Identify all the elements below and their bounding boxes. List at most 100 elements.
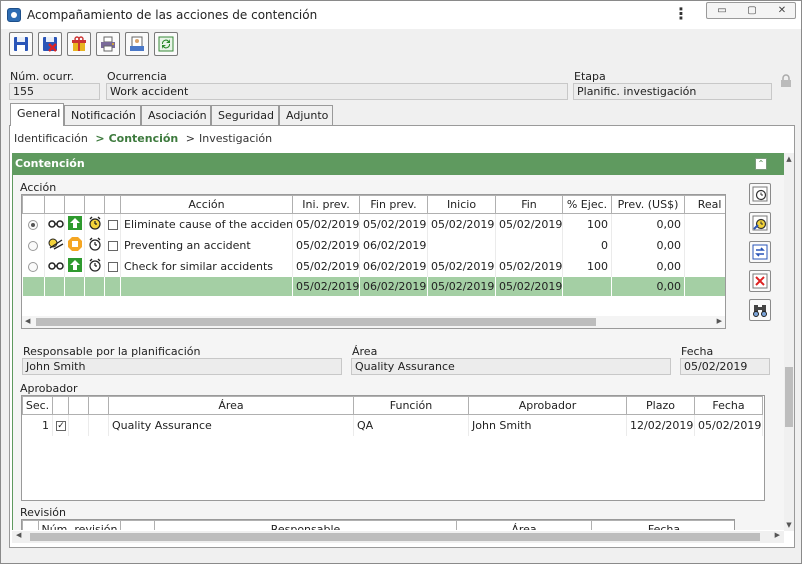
tab-seguridad[interactable]: Seguridad <box>211 105 279 125</box>
save-close-button[interactable] <box>38 32 62 56</box>
col-num-revision[interactable]: Núm. revisión <box>38 520 121 530</box>
num-ocurr-field: 155 <box>9 83 100 100</box>
col-accion[interactable]: Acción <box>120 195 293 214</box>
tab-adjunto[interactable]: Adjunto <box>279 105 333 125</box>
window-controls: ▭ ▢ ✕ <box>706 2 796 19</box>
row-checkbox[interactable] <box>108 261 118 272</box>
col-fecha[interactable]: Fecha <box>694 396 763 415</box>
table-row[interactable]: Eliminate cause of the accident 05/02/20… <box>22 213 725 235</box>
col-responsable[interactable]: Responsable <box>154 520 457 530</box>
edit-action-button[interactable] <box>749 212 771 234</box>
breadcrumb-contencion[interactable]: Contención <box>109 132 179 145</box>
col-fin[interactable]: Fin <box>495 195 563 214</box>
close-button[interactable]: ✕ <box>767 3 797 18</box>
add-action-button[interactable] <box>749 183 771 205</box>
report-button[interactable] <box>125 32 149 56</box>
delete-action-button[interactable] <box>749 270 771 292</box>
print-button[interactable] <box>96 32 120 56</box>
aprobador-header-row: Sec. Área Función Aprobador Plazo Fecha <box>22 396 763 415</box>
fecha-field: 05/02/2019 <box>680 358 770 375</box>
prev-cell: 0,00 <box>611 234 685 256</box>
aprobador-cell: John Smith <box>468 414 627 436</box>
breadcrumb-investigacion[interactable]: Investigación <box>199 132 272 145</box>
col-area[interactable]: Área <box>456 520 592 530</box>
save-button[interactable] <box>9 32 33 56</box>
row-radio[interactable] <box>28 240 39 251</box>
scroll-up-icon[interactable]: ▲ <box>784 155 794 163</box>
sum-fin: 05/02/2019 <box>495 276 563 296</box>
prev-cell: 0,00 <box>611 213 685 235</box>
col-prev[interactable]: Prev. (US$) <box>611 195 685 214</box>
col-icon-2 <box>88 396 109 415</box>
fecha-cell: 05/02/2019 <box>694 414 763 436</box>
refresh-button[interactable] <box>154 32 178 56</box>
tab-asociacion[interactable]: Asociación <box>141 105 211 125</box>
area-field: Quality Assurance <box>351 358 671 375</box>
scroll-down-icon[interactable]: ▼ <box>784 521 794 529</box>
breadcrumb-identificacion[interactable]: Identificación <box>14 132 88 145</box>
col-ini-prev[interactable]: Ini. prev. <box>292 195 360 214</box>
fin-cell: 05/02/2019 <box>495 255 563 277</box>
sec-cell: 1 <box>22 414 53 436</box>
col-fecha[interactable]: Fecha <box>591 520 734 530</box>
col-inicio[interactable]: Inicio <box>427 195 496 214</box>
more-options-icon[interactable]: ⋮ <box>673 5 689 23</box>
gift-button[interactable] <box>67 32 91 56</box>
col-area[interactable]: Área <box>108 396 354 415</box>
save-close-icon <box>43 37 57 52</box>
accion-label: Acción <box>20 181 57 194</box>
summary-row: 05/02/2019 06/02/2019 05/02/2019 05/02/2… <box>22 276 725 296</box>
scroll-left-icon[interactable]: ◀ <box>16 531 21 539</box>
panel-vscroll[interactable]: ▲ ▼ <box>784 153 794 531</box>
table-row[interactable]: Check for similar accidents 05/02/2019 0… <box>22 255 725 277</box>
scroll-thumb[interactable] <box>785 367 793 427</box>
lock-icon[interactable] <box>779 74 793 88</box>
alarm-clock-icon <box>89 237 101 251</box>
clock-add-icon <box>752 186 768 202</box>
panel-hscroll[interactable]: ◀ ▶ <box>12 531 784 543</box>
accion-name: Check for similar accidents <box>120 255 293 277</box>
scroll-thumb[interactable] <box>30 533 760 541</box>
minimize-button[interactable]: ▭ <box>707 3 737 18</box>
approved-checkbox[interactable]: ✓ <box>56 420 66 431</box>
col-icon-2 <box>64 195 85 214</box>
real-cell <box>684 213 725 235</box>
binoculars-icon <box>753 305 767 317</box>
main-window: Acompañamiento de las acciones de conten… <box>0 0 802 564</box>
breadcrumb-separator: > <box>95 132 105 145</box>
col-plazo[interactable]: Plazo <box>626 396 695 415</box>
maximize-button[interactable]: ▢ <box>737 3 767 18</box>
section-header: Contención <box>12 153 784 175</box>
col-real[interactable]: Real ( <box>684 195 725 214</box>
accion-hscroll[interactable]: ◀ ▶ <box>22 316 725 328</box>
search-action-button[interactable] <box>749 299 771 321</box>
scroll-right-icon[interactable]: ▶ <box>717 317 722 325</box>
col-fin-prev[interactable]: Fin prev. <box>359 195 428 214</box>
col-ejec[interactable]: % Ejec. <box>562 195 612 214</box>
scroll-thumb[interactable] <box>36 318 596 326</box>
col-aprobador[interactable]: Aprobador <box>468 396 627 415</box>
aprobador-label: Aprobador <box>20 382 78 395</box>
row-radio[interactable] <box>28 261 39 272</box>
collapse-icon[interactable]: ⌃ <box>755 158 767 170</box>
col-icon-3 <box>84 195 105 214</box>
table-row[interactable]: Preventing an accident 05/02/2019 06/02/… <box>22 234 725 256</box>
col-select <box>22 195 45 214</box>
ejec-cell: 0 <box>562 234 612 256</box>
title-bar: Acompañamiento de las acciones de conten… <box>1 1 801 29</box>
scroll-right-icon[interactable]: ▶ <box>775 531 780 539</box>
ocurrencia-field: Work accident <box>106 83 568 100</box>
scroll-left-icon[interactable]: ◀ <box>25 317 30 325</box>
reassign-action-button[interactable] <box>749 241 771 263</box>
tab-general[interactable]: General <box>10 103 64 126</box>
stop-icon <box>68 236 82 251</box>
table-row[interactable]: 1 ✓ Quality Assurance QA John Smith 12/0… <box>22 414 763 436</box>
tab-notificacion[interactable]: Notificación <box>64 105 141 125</box>
fin-prev-cell: 05/02/2019 <box>359 213 428 235</box>
col-funcion[interactable]: Función <box>353 396 469 415</box>
row-checkbox[interactable] <box>108 219 118 230</box>
col-sec[interactable]: Sec. <box>22 396 53 415</box>
row-radio[interactable] <box>28 219 39 230</box>
row-checkbox[interactable] <box>108 240 118 251</box>
responsable-field: John Smith <box>22 358 342 375</box>
